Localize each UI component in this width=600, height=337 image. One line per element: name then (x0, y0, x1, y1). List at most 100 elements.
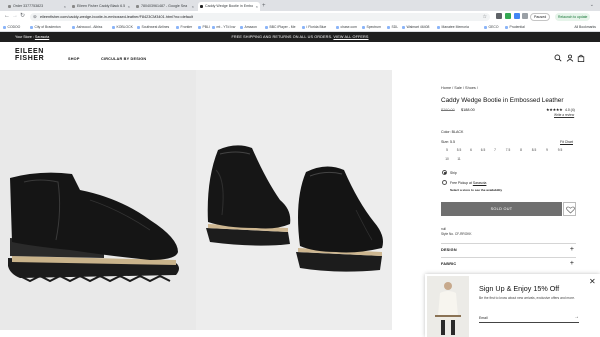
bookmark-label: Amazon (244, 25, 257, 29)
bookmark-item[interactable]: City of Bradenton (30, 22, 61, 32)
bookmark-item[interactable]: Frontier (176, 22, 192, 32)
size-option[interactable]: 9.5 (554, 148, 566, 152)
bookmark-item[interactable]: Manatee Memoria (437, 22, 469, 32)
nav-shop[interactable]: SHOP (68, 57, 80, 61)
bookmark-item[interactable]: CODOO (3, 22, 20, 32)
bookmark-item[interactable]: BBC iPlayer - Me (265, 22, 296, 32)
breadcrumb[interactable]: Home / Sale / Shoes / (441, 86, 478, 90)
bookmark-item[interactable]: i Florida Blue (302, 22, 326, 32)
extensions-puzzle-icon[interactable] (522, 13, 528, 19)
bookmark-item[interactable]: PBLI (198, 22, 210, 32)
heart-icon (566, 206, 575, 214)
view-all-offers-link[interactable]: VIEW ALL OFFERS (333, 35, 368, 39)
accordion-fabric[interactable]: FABRIC + (441, 257, 576, 271)
pickup-store-link[interactable]: Sarasota (473, 181, 487, 185)
bookmark-item[interactable]: KOBLOCK (112, 22, 133, 32)
relaunch-button[interactable]: Relaunch to update (555, 12, 591, 21)
bookmark-favicon-icon (198, 25, 201, 29)
email-field[interactable]: Email (479, 316, 487, 320)
size-option[interactable]: 8 (515, 148, 527, 152)
accordion-design[interactable]: DESIGN + (441, 243, 576, 257)
bookmark-item[interactable]: Amazon (240, 22, 257, 32)
extension-icon[interactable] (496, 13, 502, 19)
size-option[interactable]: 10 (441, 157, 453, 161)
back-icon[interactable]: ← (4, 12, 10, 21)
rating-value[interactable]: 4.0 (4) (565, 108, 575, 112)
bookmark-label: Manatee Memoria (441, 25, 469, 29)
tab-search-icon[interactable]: ⌄ (590, 2, 594, 8)
reload-icon[interactable]: ↻ (20, 12, 25, 21)
extension-icon[interactable] (505, 13, 511, 19)
tab-favicon-icon (8, 5, 11, 8)
size-option[interactable]: 5.5 (453, 148, 465, 152)
browser-tab[interactable]: Order 3377753823 × (6, 2, 68, 11)
bookmark-star-icon[interactable]: ☆ (483, 13, 487, 21)
bookmark-item[interactable]: Southwest Airlines (137, 22, 169, 32)
bookmark-favicon-icon (437, 25, 440, 29)
tab-favicon-icon (136, 5, 139, 8)
size-option[interactable]: 5 (441, 148, 453, 152)
submit-arrow-icon[interactable]: → (574, 314, 579, 320)
bookmark-label: Prudential (509, 25, 525, 29)
profile-paused-button[interactable]: Paused (530, 12, 551, 21)
product-image-pair[interactable] (196, 70, 392, 330)
close-icon[interactable]: × (64, 2, 66, 11)
tab-favicon-icon (72, 5, 75, 8)
size-option[interactable]: 6 (465, 148, 477, 152)
wishlist-button[interactable] (563, 202, 576, 216)
all-bookmarks-button[interactable]: All Bookmarks (574, 22, 596, 32)
new-tab-button[interactable]: + (262, 2, 266, 10)
rating-stars-icon: ★★★★★ (546, 107, 563, 112)
browser-tab[interactable]: Eileen Fisher Caddy Black 6.5 × (70, 2, 132, 11)
close-icon[interactable]: × (192, 2, 194, 11)
site-info-icon[interactable]: ⊜ (33, 14, 37, 20)
bookmark-favicon-icon (387, 25, 390, 29)
product-image-side[interactable] (0, 70, 196, 330)
account-icon[interactable] (566, 54, 574, 62)
size-option[interactable]: 6.5 (477, 148, 489, 152)
browser-tab-active[interactable]: Caddy Wedge Bootie in Embo × (198, 2, 260, 11)
eileen-fisher-logo[interactable]: EILEEN FISHER (15, 48, 45, 62)
bookmark-label: KOBLOCK (116, 25, 133, 29)
bookmark-item[interactable]: mt - YTd lvw (212, 22, 235, 32)
bookmark-item[interactable]: chase.com (336, 22, 357, 32)
bookmark-item[interactable]: Ashwood - Albiss (72, 22, 102, 32)
bookmark-favicon-icon (176, 25, 179, 29)
sold-out-button[interactable]: SOLD OUT (441, 202, 562, 216)
size-option[interactable]: 7.5 (502, 148, 514, 152)
bookmark-item[interactable]: SDL (387, 22, 398, 32)
bookmark-item[interactable]: GECO (484, 22, 499, 32)
bag-icon[interactable] (577, 54, 585, 62)
fit-chart-link[interactable]: Fit Chart (560, 140, 573, 144)
bookmark-favicon-icon (212, 25, 215, 29)
forward-icon[interactable]: → (12, 12, 18, 21)
size-option[interactable]: 7 (489, 148, 501, 152)
close-icon[interactable]: ✕ (589, 277, 596, 286)
bookmark-item[interactable]: Spectrum (362, 22, 381, 32)
close-icon[interactable]: × (128, 2, 130, 11)
search-icon[interactable] (554, 54, 562, 62)
size-option[interactable]: 11 (453, 157, 465, 161)
bookmark-item[interactable]: Prudential (505, 22, 525, 32)
nav-circular-by-design[interactable]: CIRCULAR BY DESIGN (101, 57, 146, 61)
address-bar[interactable]: ⊜ eileenfisher.com/caddy-wedge-bootie-in… (30, 12, 490, 21)
store-link[interactable]: Sarasota (35, 35, 49, 39)
plus-icon: + (569, 260, 574, 267)
select-store-hint: Select a store to see the availability (450, 188, 503, 192)
logo-line2: FISHER (15, 54, 45, 62)
promo-bar: FREE SHIPPING AND RETURNS ON ALL US ORDE… (0, 32, 600, 42)
bookmark-label: Southwest Airlines (141, 25, 170, 29)
pickup-radio[interactable] (442, 180, 447, 185)
write-review-link[interactable]: Write a review (554, 113, 574, 117)
browser-tab[interactable]: 780403961487 - Google Sea × (134, 2, 196, 11)
size-option[interactable]: 8.5 (528, 148, 540, 152)
size-option[interactable]: 9 (541, 148, 553, 152)
store-selector[interactable]: Your Store : Sarasota (15, 32, 49, 42)
bookmark-label: Ashwood - Albiss (76, 25, 103, 29)
extension-icon[interactable] (514, 13, 520, 19)
close-icon[interactable]: × (256, 2, 258, 11)
bookmark-item[interactable]: Walmart 46408 (402, 22, 429, 32)
bookmark-favicon-icon (30, 25, 33, 29)
url-text[interactable]: eileenfisher.com/caddy-wedge-bootie-in-e… (40, 13, 193, 21)
ship-radio[interactable] (442, 170, 447, 175)
